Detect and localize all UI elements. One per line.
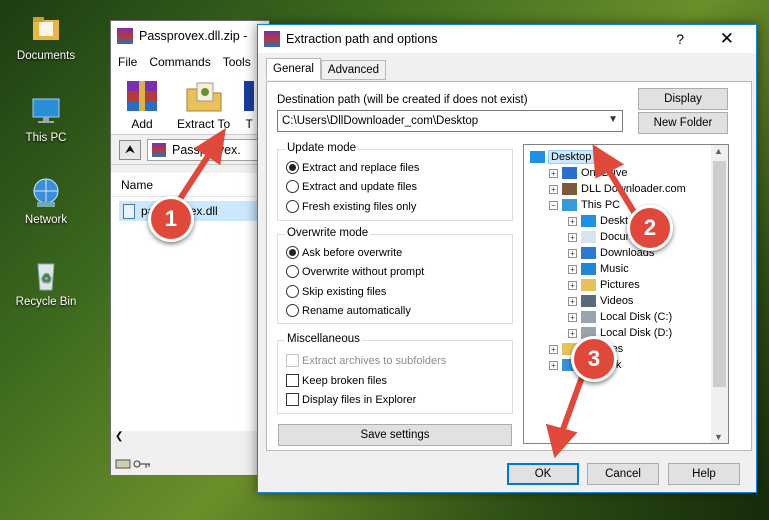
step-2-badge: 2 [627,205,673,251]
step-3-badge: 3 [571,336,617,382]
arrow-3-head [545,423,578,459]
annotation-arrows [175,127,643,459]
arrow-1-shaft [175,148,215,204]
arrow-2-head [592,144,625,179]
arrow-1-head [194,127,226,166]
step-1-badge: 1 [148,196,194,242]
